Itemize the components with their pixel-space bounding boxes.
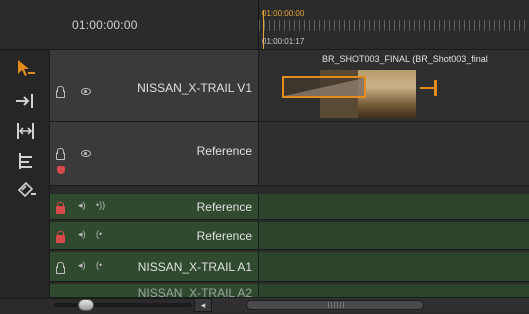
track-header-reference-audio-1[interactable]: ◂) •)) Reference: [50, 194, 258, 220]
ruler-timecode: 01:00:01:17: [262, 37, 305, 46]
audio-wave-icon[interactable]: (•: [96, 260, 102, 270]
track-header-reference-video[interactable]: Reference: [50, 122, 258, 186]
visibility-eye-icon[interactable]: [81, 150, 91, 157]
trim-handle-icon[interactable]: [420, 80, 442, 96]
track-header-v1[interactable]: NISSAN_X-TRAIL V1: [50, 50, 258, 122]
speaker-icon[interactable]: ◂): [78, 260, 86, 271]
track-lock-icon[interactable]: [56, 86, 65, 98]
slip-tool-icon[interactable]: [14, 150, 38, 172]
track-lane-reference-audio-2[interactable]: [258, 222, 529, 250]
scrollbar-grip-icon: [328, 302, 344, 308]
razor-tool-icon[interactable]: [14, 178, 38, 200]
track-lock-icon[interactable]: [56, 202, 65, 214]
clip-thumbnail-image: [358, 70, 416, 118]
track-lane-reference-video[interactable]: [258, 122, 529, 186]
track-header-a2[interactable]: NISSAN_X-TRAIL A2: [50, 284, 258, 298]
track-lane-a2[interactable]: [258, 284, 529, 298]
visibility-eye-icon[interactable]: [81, 88, 91, 95]
scroll-left-button[interactable]: ◂: [194, 298, 212, 312]
zoom-slider[interactable]: [54, 303, 192, 307]
playhead-timecode: 01:00:00:00: [262, 9, 305, 18]
track-header-a1[interactable]: ◂) (• NISSAN_X-TRAIL A1: [50, 252, 258, 282]
track-lock-icon[interactable]: [56, 262, 65, 274]
track-lane-reference-audio-1[interactable]: [258, 194, 529, 220]
track-name: Reference: [196, 144, 252, 158]
track-lane-a1[interactable]: [258, 252, 529, 282]
track-name: Reference: [196, 229, 252, 243]
speaker-icon[interactable]: ◂): [78, 200, 86, 211]
audio-wave-icon[interactable]: (•: [96, 229, 102, 239]
current-timecode[interactable]: 01:00:00:00: [72, 18, 138, 32]
ripple-edit-icon[interactable]: [14, 120, 38, 142]
track-lock-icon[interactable]: [56, 148, 65, 160]
time-ruler[interactable]: 01:00:00:00 01:00:01:17: [258, 0, 529, 50]
tool-strip: [0, 50, 50, 298]
track-lock-icon[interactable]: [56, 231, 65, 243]
audio-wave-icon[interactable]: •)): [96, 200, 105, 210]
track-header-reference-audio-2[interactable]: ◂) (• Reference: [50, 222, 258, 250]
ruler-subticks: [259, 28, 529, 31]
track-select-icon[interactable]: [14, 90, 38, 112]
record-lock-icon[interactable]: [57, 166, 65, 174]
speaker-icon[interactable]: ◂): [78, 229, 86, 240]
zoom-slider-knob[interactable]: [78, 299, 94, 311]
timeline-header: 01:00:00:00: [0, 0, 258, 50]
select-tool-icon[interactable]: [14, 58, 38, 80]
opacity-ramp[interactable]: [284, 78, 364, 96]
track-name: Reference: [196, 200, 252, 214]
track-name: NISSAN_X-TRAIL A2: [137, 286, 252, 298]
track-name: NISSAN_X-TRAIL V1: [137, 81, 252, 95]
track-name: NISSAN_X-TRAIL A1: [137, 260, 252, 274]
ruler-ticks: [259, 20, 529, 28]
clip-title: BR_SHOT003_FINAL (BR_Shot003_final: [322, 54, 488, 64]
